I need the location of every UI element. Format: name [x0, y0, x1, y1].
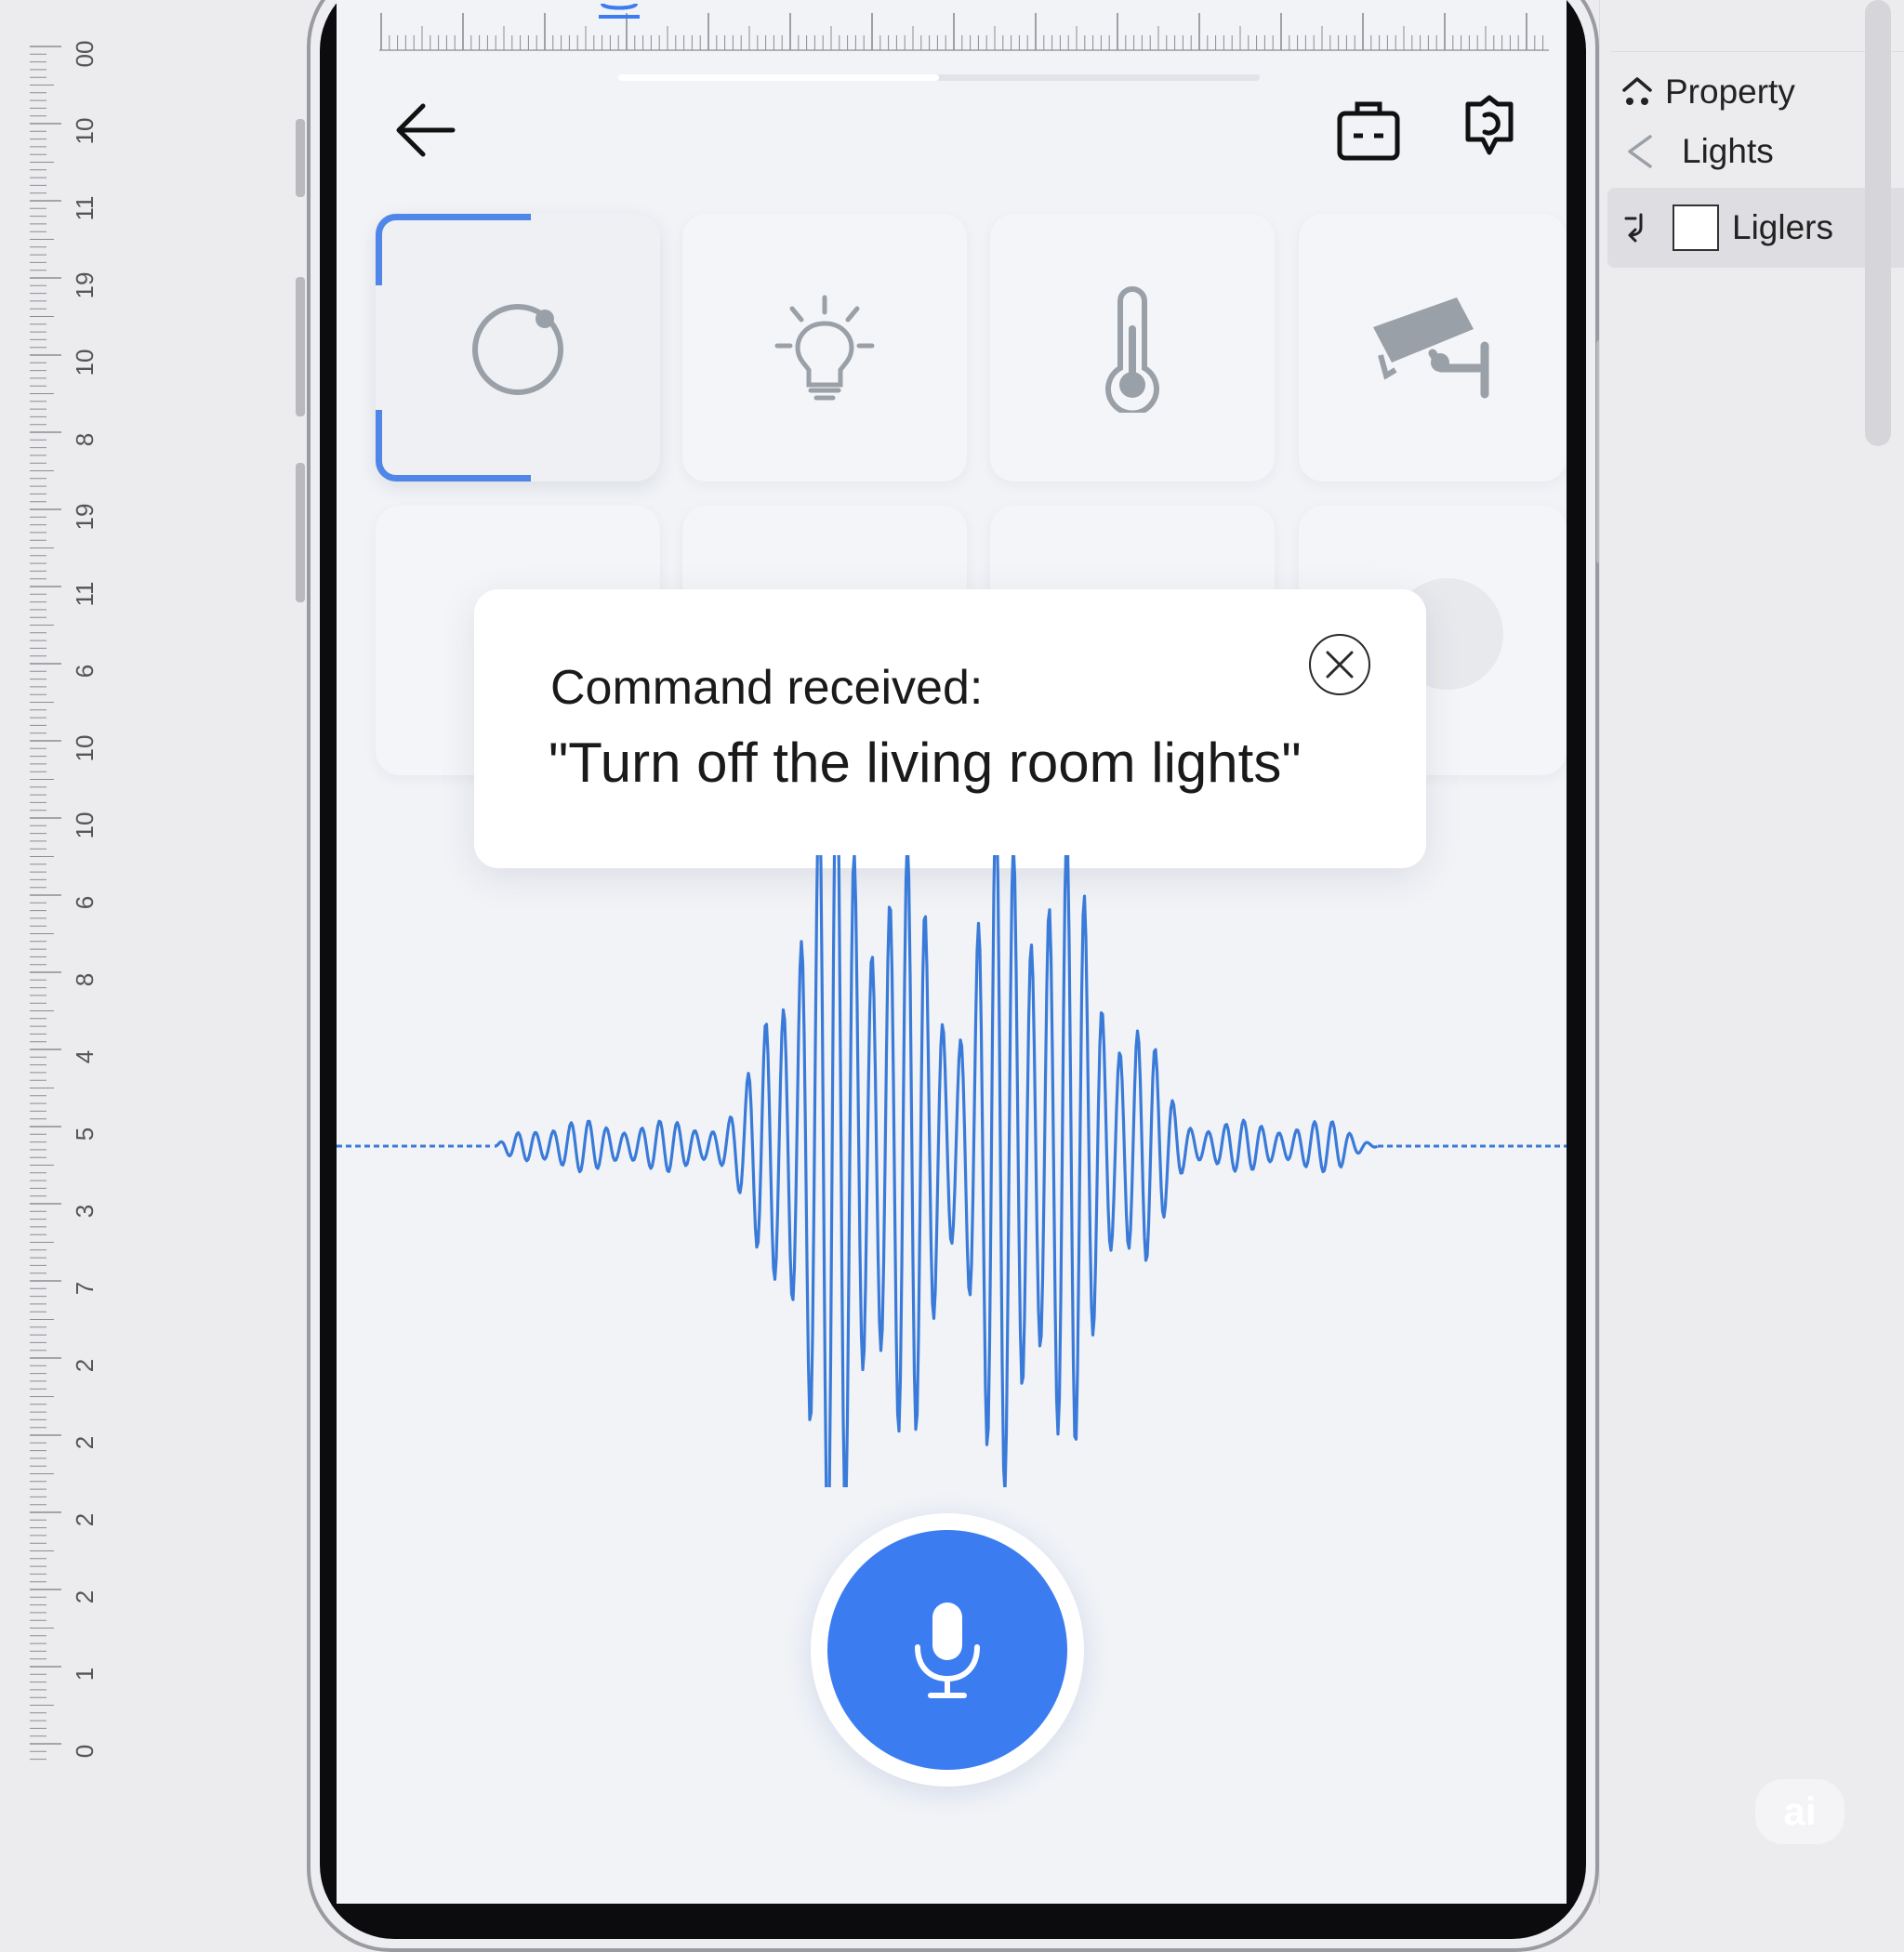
- panel-item-lights[interactable]: Lights: [1607, 123, 1904, 180]
- ruler-label: 4: [71, 1050, 99, 1063]
- selection-corner: [376, 214, 531, 285]
- panel-item-label: Lights: [1682, 132, 1774, 170]
- thermometer-icon: [1105, 286, 1159, 413]
- chevron-left-icon: [1620, 133, 1682, 170]
- ruler-label: 19: [71, 504, 99, 531]
- arrow-left-icon: [396, 103, 456, 157]
- ruler-label: 00: [71, 41, 99, 68]
- panel-item-property[interactable]: Property: [1607, 63, 1904, 121]
- settings-button[interactable]: [1452, 89, 1527, 169]
- watermark-badge: ai: [1755, 1779, 1844, 1844]
- toast-close-button[interactable]: [1309, 634, 1370, 695]
- light-bulb-icon: [774, 295, 875, 401]
- briefcase-icon: [1337, 101, 1400, 161]
- close-icon: [1326, 651, 1354, 679]
- ruler-label: 11: [71, 196, 99, 221]
- ruler-label: 6: [71, 896, 99, 909]
- ruler-label: 10: [71, 350, 99, 376]
- toast-title: Command received:: [550, 661, 984, 715]
- panel-scrollbar[interactable]: [1865, 0, 1891, 446]
- phone-side-button: [296, 119, 305, 197]
- command-toast: Command received: "Turn off the living r…: [474, 589, 1426, 868]
- ruler-label: 5: [71, 1128, 99, 1141]
- ruler-label: 2: [71, 1436, 99, 1449]
- layer-checkbox[interactable]: [1673, 204, 1719, 251]
- toast-command-text: "Turn off the living room lights": [549, 732, 1302, 794]
- device-tile-camera[interactable]: [1299, 214, 1567, 481]
- panel-item-label: Liglers: [1732, 208, 1833, 246]
- progress-bar: [618, 74, 1260, 81]
- ruler-label: 6: [71, 665, 99, 678]
- ruler-label: 10: [71, 735, 99, 762]
- ruler-label: 2: [71, 1359, 99, 1372]
- microphone-icon: [915, 1602, 980, 1698]
- phone-side-button: [296, 463, 305, 602]
- ruler-label: 10: [71, 118, 99, 145]
- return-arrow-icon: [1622, 211, 1673, 244]
- ruler-label: 0: [71, 1745, 99, 1758]
- ruler-label: 8: [71, 973, 99, 986]
- ruler-label: 7: [71, 1282, 99, 1295]
- layers-panel: Property Lights Liglers: [1599, 0, 1904, 1904]
- ruler-label: 2: [71, 1513, 99, 1526]
- device-tile-thermostat[interactable]: [990, 214, 1275, 481]
- ruler-marker[interactable]: [601, 2, 638, 10]
- ruler-label: 3: [71, 1205, 99, 1218]
- voice-waveform: [337, 855, 1567, 1487]
- panel-item-liglers[interactable]: Liglers: [1607, 188, 1904, 268]
- selection-corner: [376, 410, 531, 481]
- panel-item-label: Property: [1665, 73, 1795, 111]
- ruler-label: 2: [71, 1590, 99, 1603]
- ruler-label: 11: [71, 582, 99, 607]
- ruler-label: 1: [71, 1668, 99, 1681]
- ruler-label: 8: [71, 433, 99, 446]
- device-tile-lights[interactable]: [682, 214, 967, 481]
- horizontal-ruler: [379, 2, 1549, 51]
- waveform-path: [494, 855, 1379, 1487]
- ruler-label: 10: [71, 812, 99, 839]
- vertical-ruler: 00101119108191161010684537222210: [30, 41, 99, 1761]
- phone-side-button: [296, 277, 305, 416]
- security-camera-icon: [1373, 297, 1489, 399]
- ring-icon: [472, 304, 563, 395]
- app-screen: Command received: "Turn off the living r…: [337, 0, 1567, 1904]
- device-tile-ring[interactable]: [376, 214, 660, 481]
- settings-shield-icon: [1465, 95, 1514, 155]
- progress-fill: [618, 74, 939, 81]
- home-icon: [1620, 75, 1665, 109]
- ruler-label: 19: [71, 272, 99, 299]
- back-button[interactable]: [383, 93, 467, 167]
- briefcase-button[interactable]: [1331, 91, 1406, 167]
- microphone-button[interactable]: [827, 1530, 1067, 1770]
